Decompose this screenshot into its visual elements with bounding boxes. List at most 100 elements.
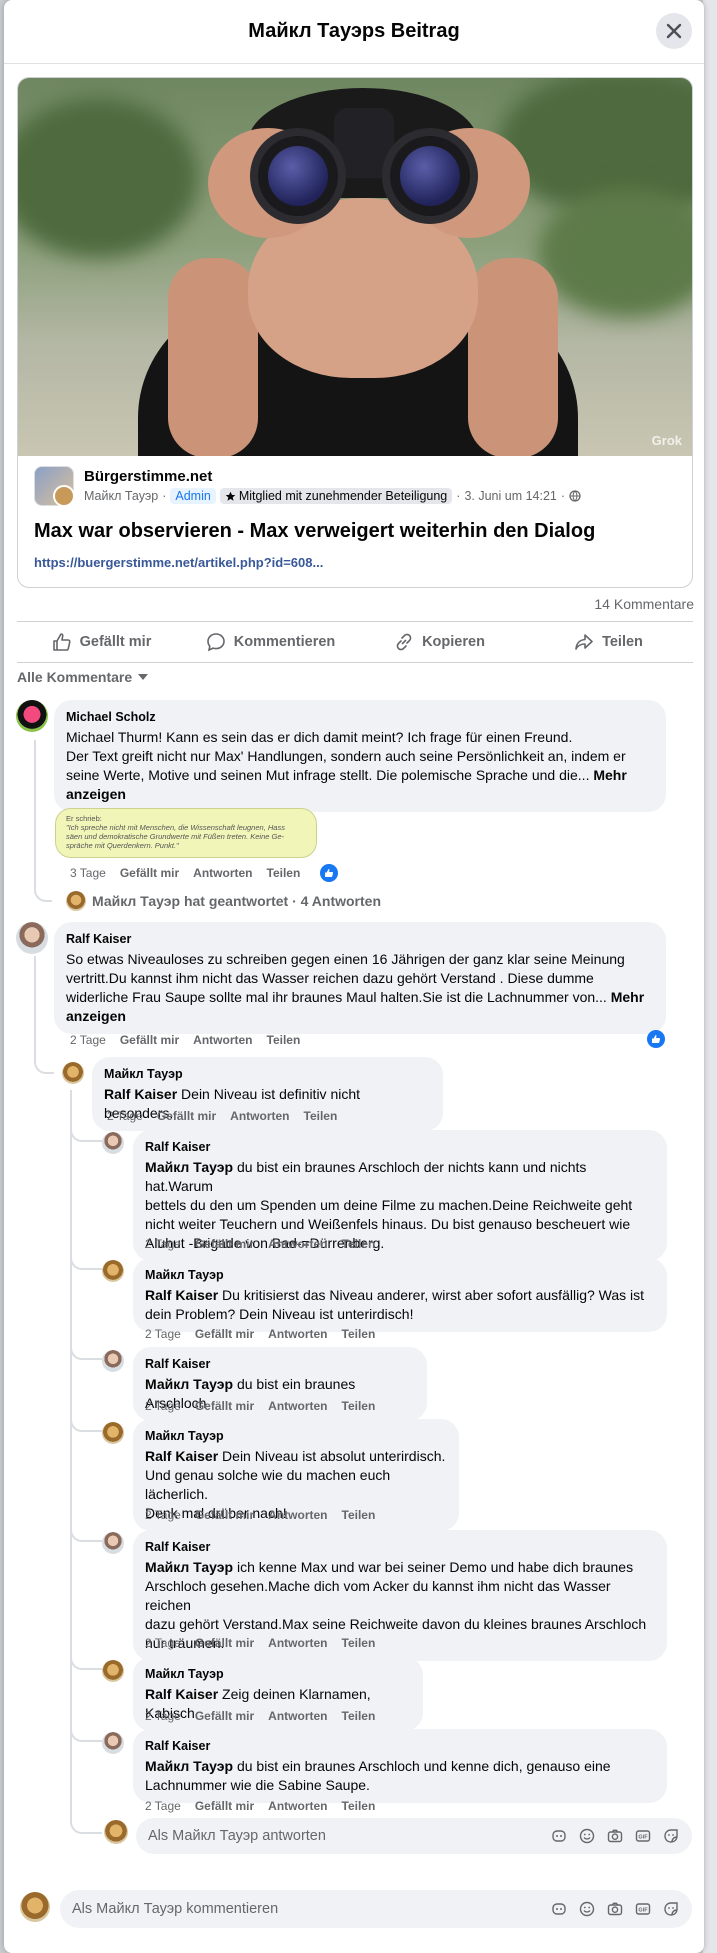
comment-share-button[interactable]: Teilen bbox=[267, 1033, 301, 1047]
sticker-icon[interactable] bbox=[662, 1827, 680, 1845]
avatar[interactable] bbox=[16, 922, 48, 954]
reply-reply-button[interactable]: Antworten bbox=[268, 1508, 327, 1522]
gif-icon[interactable]: GIF bbox=[634, 1900, 652, 1918]
avatar[interactable] bbox=[102, 1660, 124, 1682]
camera-icon[interactable] bbox=[606, 1900, 624, 1918]
link-preview-card[interactable]: Grok Bürgerstimme.net Майкл Тауэр · Admin… bbox=[17, 77, 693, 588]
comment-like-button[interactable]: Gefällt mir bbox=[120, 1033, 179, 1047]
mention-link[interactable]: Майкл Тауэр bbox=[145, 1159, 233, 1175]
like-reaction-icon[interactable] bbox=[647, 1030, 665, 1048]
mention-link[interactable]: Ralf Kaiser bbox=[104, 1086, 177, 1102]
reply-actions: 2 Tage Gefällt mir Antworten Teilen bbox=[145, 1237, 375, 1251]
comment-time[interactable]: 3 Tage bbox=[70, 866, 106, 880]
comment-sort-dropdown[interactable]: Alle Kommentare bbox=[17, 669, 149, 685]
gif-icon[interactable]: GIF bbox=[634, 1827, 652, 1845]
reply-share-button[interactable]: Teilen bbox=[342, 1399, 376, 1413]
reply-share-button[interactable]: Teilen bbox=[342, 1636, 376, 1650]
reply-like-button[interactable]: Gefällt mir bbox=[195, 1799, 254, 1813]
comment-image[interactable]: Er schrieb: "Ich spreche nicht mit Mensc… bbox=[55, 808, 317, 858]
emoji-icon[interactable] bbox=[578, 1827, 596, 1845]
avatar[interactable] bbox=[102, 1260, 124, 1282]
avatar-sticker-icon[interactable] bbox=[550, 1827, 568, 1845]
reply-share-button[interactable]: Teilen bbox=[342, 1799, 376, 1813]
reply-time[interactable]: 2 Tage bbox=[107, 1109, 143, 1123]
reply-like-button[interactable]: Gefällt mir bbox=[195, 1399, 254, 1413]
reply-author[interactable]: Ralf Kaiser bbox=[145, 1138, 655, 1157]
comment-like-button[interactable]: Gefällt mir bbox=[120, 866, 179, 880]
reply-reply-button[interactable]: Antworten bbox=[230, 1109, 289, 1123]
reply-time[interactable]: 2 Tage bbox=[145, 1399, 181, 1413]
comment-author[interactable]: Michael Scholz bbox=[66, 708, 654, 727]
reply-share-button[interactable]: Teilen bbox=[304, 1109, 338, 1123]
avatar[interactable] bbox=[16, 700, 48, 732]
camera-icon[interactable] bbox=[606, 1827, 624, 1845]
reply-like-button[interactable]: Gefällt mir bbox=[195, 1237, 254, 1251]
like-button[interactable]: Gefällt mir bbox=[17, 622, 186, 662]
comment-reply-button[interactable]: Antworten bbox=[193, 1033, 252, 1047]
mention-link[interactable]: Майкл Тауэр bbox=[145, 1376, 233, 1392]
reply-reply-button[interactable]: Antworten bbox=[268, 1399, 327, 1413]
mention-link[interactable]: Ralf Kaiser bbox=[145, 1686, 218, 1702]
reply-like-button[interactable]: Gefällt mir bbox=[195, 1327, 254, 1341]
reply-reply-button[interactable]: Antworten bbox=[268, 1799, 327, 1813]
reply-share-button[interactable]: Teilen bbox=[342, 1327, 376, 1341]
post-title[interactable]: Max war observieren - Max verweigert wei… bbox=[34, 520, 676, 543]
reply-share-button[interactable]: Teilen bbox=[342, 1508, 376, 1522]
comment-share-button[interactable]: Teilen bbox=[267, 866, 301, 880]
reply-time[interactable]: 2 Tage bbox=[145, 1709, 181, 1723]
reply-author[interactable]: Майкл Тауэр bbox=[145, 1266, 655, 1285]
reply-reply-button[interactable]: Antworten bbox=[268, 1636, 327, 1650]
post-author[interactable]: Майкл Тауэр bbox=[84, 489, 158, 503]
view-replies-link[interactable]: Майкл Тауэр hat geantwortet · 4 Antworte… bbox=[66, 891, 381, 911]
avatar[interactable] bbox=[102, 1350, 124, 1372]
comment-button[interactable]: Kommentieren bbox=[186, 622, 355, 662]
avatar[interactable] bbox=[62, 1062, 84, 1084]
mention-link[interactable]: Майкл Тауэр bbox=[145, 1559, 233, 1575]
comment-input[interactable]: Als Майкл Тауэр kommentieren GIF bbox=[60, 1890, 692, 1928]
reply-reply-button[interactable]: Antworten bbox=[268, 1709, 327, 1723]
avatar[interactable] bbox=[102, 1532, 124, 1554]
avatar-sticker-icon[interactable] bbox=[550, 1900, 568, 1918]
reply-author[interactable]: Ralf Kaiser bbox=[145, 1737, 655, 1756]
reply-time[interactable]: 2 Tage bbox=[145, 1508, 181, 1522]
comment-author[interactable]: Ralf Kaiser bbox=[66, 930, 654, 949]
share-button[interactable]: Teilen bbox=[524, 622, 693, 662]
avatar[interactable] bbox=[102, 1132, 124, 1154]
avatar[interactable] bbox=[102, 1422, 124, 1444]
copy-link-button[interactable]: Kopieren bbox=[355, 622, 524, 662]
reply-share-button[interactable]: Teilen bbox=[342, 1237, 376, 1251]
emoji-icon[interactable] bbox=[578, 1900, 596, 1918]
reply-author[interactable]: Майкл Тауэр bbox=[145, 1427, 447, 1446]
reply-like-button[interactable]: Gefällt mir bbox=[195, 1709, 254, 1723]
comment-count[interactable]: 14 Kommentare bbox=[594, 596, 694, 612]
mention-link[interactable]: Майкл Тауэр bbox=[145, 1758, 233, 1774]
reply-author[interactable]: Майкл Тауэр bbox=[145, 1665, 411, 1684]
article-link[interactable]: https://buergerstimme.net/artikel.php?id… bbox=[34, 555, 676, 570]
reply-time[interactable]: 2 Tage bbox=[145, 1799, 181, 1813]
page-name[interactable]: Bürgerstimme.net bbox=[84, 468, 581, 485]
reply-author[interactable]: Ralf Kaiser bbox=[145, 1538, 655, 1557]
mention-link[interactable]: Ralf Kaiser bbox=[145, 1448, 218, 1464]
reply-input[interactable]: Als Майкл Тауэр antworten GIF bbox=[136, 1818, 692, 1854]
reply-like-button[interactable]: Gefällt mir bbox=[195, 1508, 254, 1522]
avatar[interactable] bbox=[102, 1732, 124, 1754]
reply-reply-button[interactable]: Antworten bbox=[268, 1237, 327, 1251]
comment-reply-button[interactable]: Antworten bbox=[193, 866, 252, 880]
like-reaction-icon[interactable] bbox=[320, 864, 338, 882]
page-avatar[interactable] bbox=[34, 466, 75, 507]
close-button[interactable] bbox=[656, 13, 692, 49]
sticker-icon[interactable] bbox=[662, 1900, 680, 1918]
reply-like-button[interactable]: Gefällt mir bbox=[157, 1109, 216, 1123]
reply-share-button[interactable]: Teilen bbox=[342, 1709, 376, 1723]
reply-like-button[interactable]: Gefällt mir bbox=[195, 1636, 254, 1650]
comment-time[interactable]: 2 Tage bbox=[70, 1033, 106, 1047]
post-image[interactable]: Grok bbox=[18, 78, 692, 456]
reply-reply-button[interactable]: Antworten bbox=[268, 1327, 327, 1341]
reply-time[interactable]: 2 Tage bbox=[145, 1636, 181, 1650]
mention-link[interactable]: Ralf Kaiser bbox=[145, 1287, 218, 1303]
reply-author[interactable]: Ralf Kaiser bbox=[145, 1355, 415, 1374]
reply-time[interactable]: 2 Tage bbox=[145, 1327, 181, 1341]
reply-author[interactable]: Майкл Тауэр bbox=[104, 1065, 431, 1084]
post-date[interactable]: 3. Juni um 14:21 bbox=[464, 489, 556, 503]
reply-time[interactable]: 2 Tage bbox=[145, 1237, 181, 1251]
